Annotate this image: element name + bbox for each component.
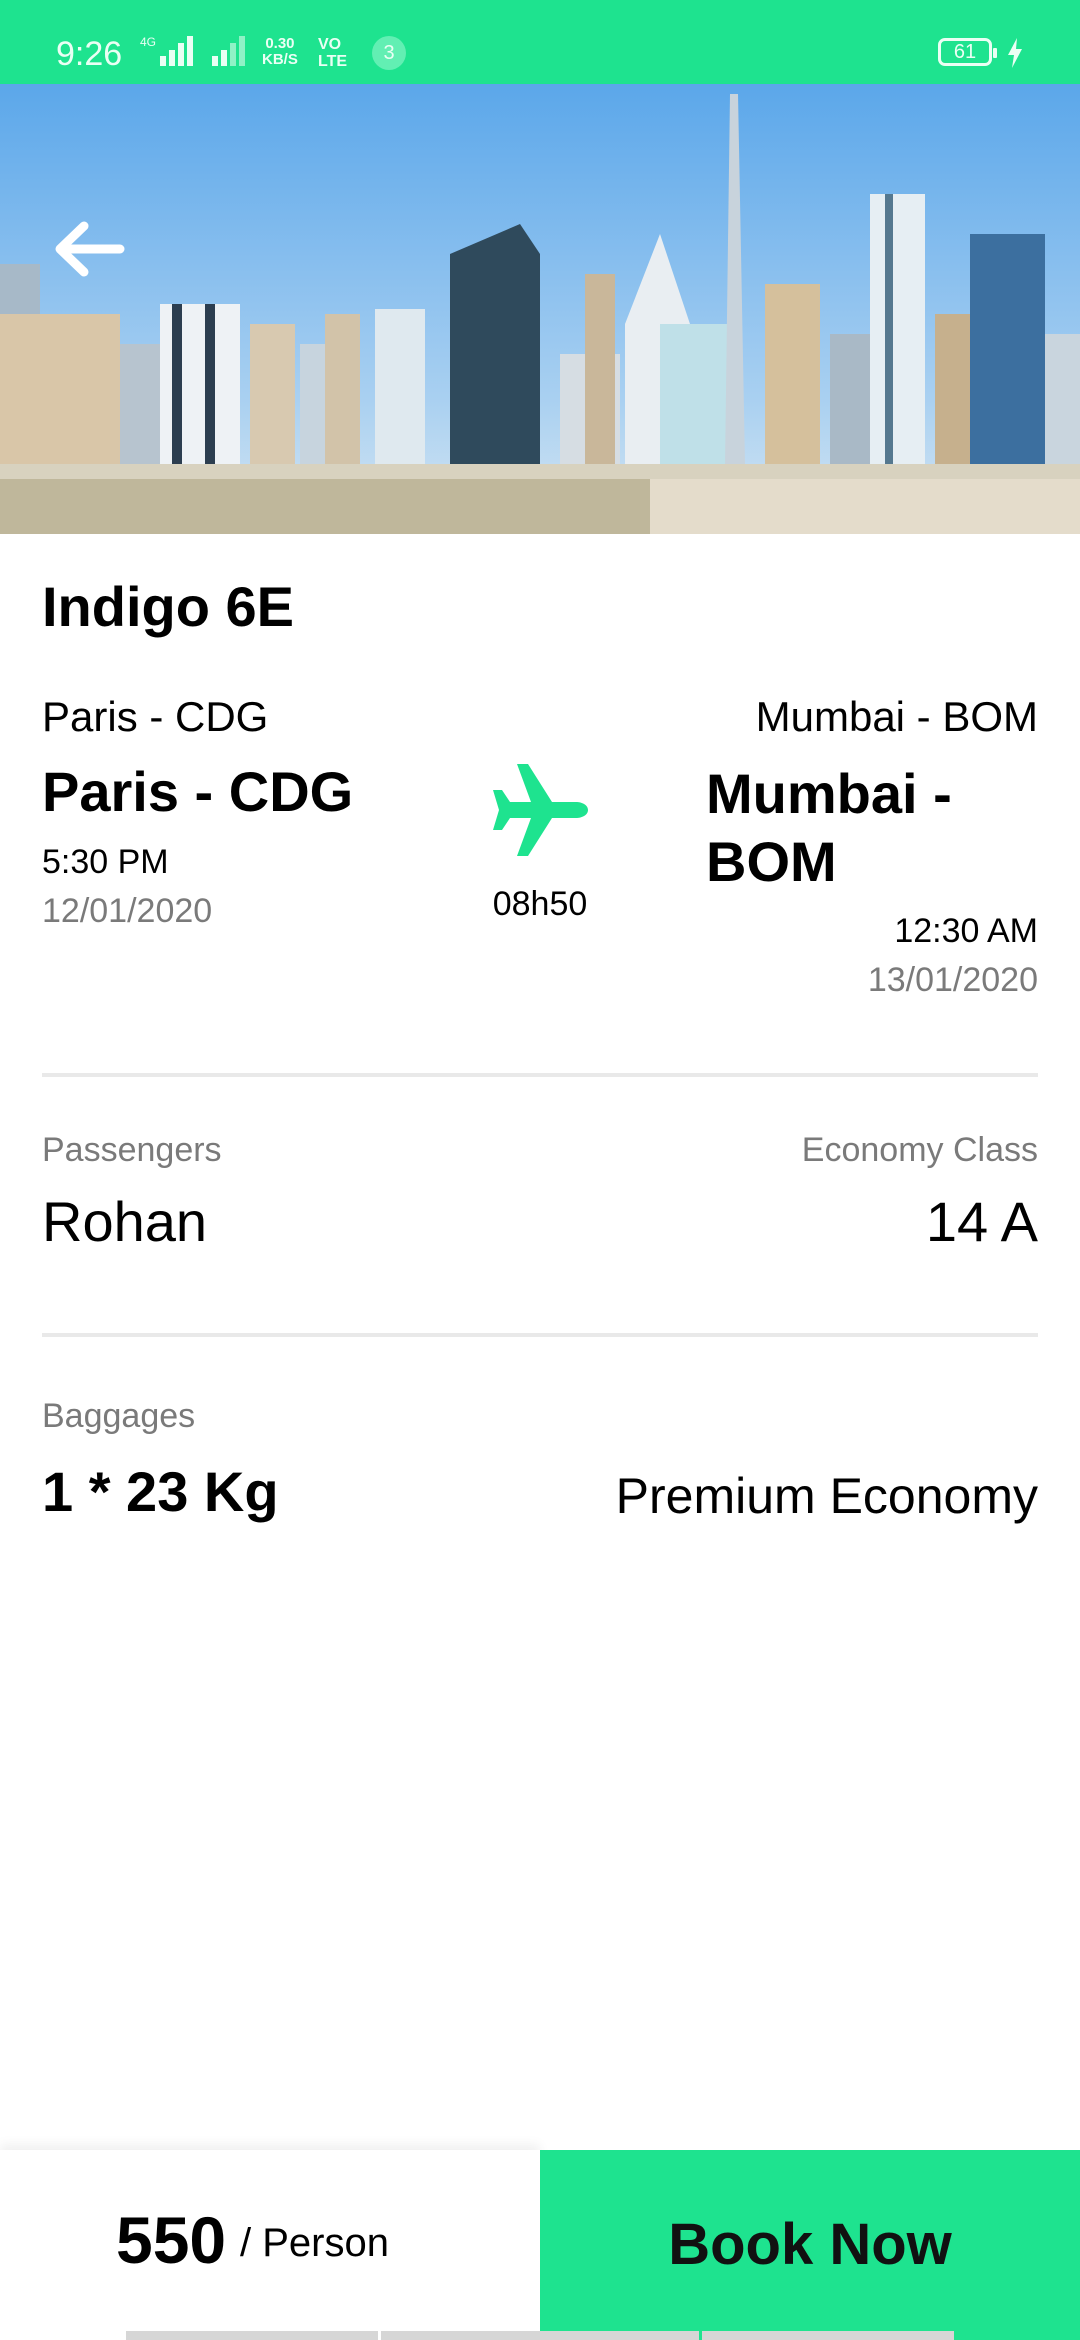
charging-icon — [1008, 38, 1022, 68]
nav-handle — [702, 2331, 954, 2340]
passenger-name: Rohan — [42, 1190, 208, 1253]
network-speed: 0.30 KB/S — [262, 36, 298, 68]
status-time: 9:26 — [56, 35, 123, 73]
price-panel: 550 / Person — [0, 2150, 540, 2340]
nav-handle — [381, 2331, 699, 2340]
departure-date: 12/01/2020 — [42, 892, 213, 930]
volte-top: VO — [318, 36, 342, 53]
battery-icon: 61 — [938, 38, 997, 66]
airline-name: Indigo 6E — [42, 575, 294, 638]
divider — [42, 1073, 1038, 1077]
passengers-label: Passengers — [42, 1131, 222, 1169]
arrival-date: 13/01/2020 — [867, 961, 1038, 999]
book-now-button[interactable]: Book Now — [540, 2150, 1080, 2340]
departure-time: 5:30 PM — [42, 843, 169, 881]
network-type: 4G — [140, 35, 156, 49]
speed-unit: KB/S — [262, 51, 298, 68]
back-arrow-icon[interactable] — [48, 214, 128, 284]
class-label: Economy Class — [801, 1131, 1038, 1169]
departure-city: Paris - CDG — [42, 760, 354, 823]
arrival-city: Mumbai - BOM — [706, 762, 952, 893]
booking-bar: 550 / Person Book Now — [0, 2150, 1080, 2340]
status-bar: 9:26 4G 0.30 KB/S VO LTE 3 61 — [0, 0, 1080, 84]
cabin-class: Premium Economy — [615, 1468, 1038, 1524]
signal-2-icon — [212, 36, 245, 66]
price-value: 550 — [116, 2203, 227, 2277]
flight-duration: 08h50 — [492, 885, 588, 923]
airplane-icon — [493, 764, 588, 856]
volte-indicator: VO LTE — [318, 36, 347, 70]
notification-count-badge: 3 — [372, 36, 406, 70]
baggage-label: Baggages — [42, 1397, 196, 1435]
departure-city-label: Paris - CDG — [42, 693, 269, 740]
arrival-time: 12:30 AM — [894, 912, 1038, 950]
seat-number: 14 A — [925, 1190, 1038, 1253]
arrival-city-label: Mumbai - BOM — [755, 693, 1038, 740]
city-skyline-image — [0, 84, 1080, 534]
destination-image — [0, 84, 1080, 534]
speed-value: 0.30 — [265, 35, 295, 52]
price-unit: / Person — [240, 2221, 389, 2265]
signal-icon: 4G — [140, 35, 193, 66]
nav-handle — [126, 2331, 378, 2340]
volte-bottom: LTE — [318, 53, 348, 70]
divider — [42, 1333, 1038, 1337]
baggage-allowance: 1 * 23 Kg — [42, 1460, 279, 1523]
